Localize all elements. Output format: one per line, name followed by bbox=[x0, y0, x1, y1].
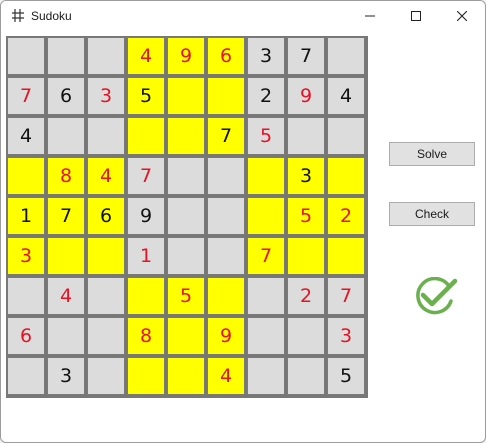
sudoku-cell-r4-c4[interactable]: 7 bbox=[127, 157, 165, 195]
sudoku-cell-r4-c2[interactable]: 8 bbox=[47, 157, 85, 195]
sudoku-cell-r2-c7[interactable]: 2 bbox=[247, 77, 285, 115]
sudoku-cell-r4-c9[interactable] bbox=[327, 157, 365, 195]
sudoku-cell-r6-c5[interactable] bbox=[167, 237, 205, 275]
minimize-button[interactable] bbox=[347, 1, 393, 31]
sudoku-cell-r8-c9[interactable]: 3 bbox=[327, 317, 365, 355]
sudoku-cell-r6-c8[interactable] bbox=[287, 237, 325, 275]
close-icon bbox=[457, 11, 467, 21]
sudoku-cell-r8-c7[interactable] bbox=[247, 317, 285, 355]
sudoku-cell-r2-c1[interactable]: 7 bbox=[7, 77, 45, 115]
sudoku-cell-r9-c7[interactable] bbox=[247, 357, 285, 395]
sudoku-cell-r3-c2[interactable] bbox=[47, 117, 85, 155]
sudoku-cell-r2-c3[interactable]: 3 bbox=[87, 77, 125, 115]
sudoku-cell-r9-c3[interactable] bbox=[87, 357, 125, 395]
sudoku-cell-r7-c5[interactable]: 5 bbox=[167, 277, 205, 315]
sudoku-grid: 496377635294475847317695231745276893345 bbox=[6, 36, 368, 398]
sudoku-cell-r5-c1[interactable]: 1 bbox=[7, 197, 45, 235]
sudoku-cell-r1-c4[interactable]: 4 bbox=[127, 37, 165, 75]
sudoku-cell-r9-c4[interactable] bbox=[127, 357, 165, 395]
sudoku-cell-r2-c2[interactable]: 6 bbox=[47, 77, 85, 115]
sudoku-cell-r7-c7[interactable] bbox=[247, 277, 285, 315]
sudoku-cell-r3-c7[interactable]: 5 bbox=[247, 117, 285, 155]
sudoku-cell-r7-c1[interactable] bbox=[7, 277, 45, 315]
sudoku-cell-r1-c1[interactable] bbox=[7, 37, 45, 75]
sudoku-cell-r3-c5[interactable] bbox=[167, 117, 205, 155]
sudoku-cell-r4-c6[interactable] bbox=[207, 157, 245, 195]
app-window: Sudoku 496377635294475847317695231745276… bbox=[0, 0, 486, 443]
sudoku-cell-r6-c3[interactable] bbox=[87, 237, 125, 275]
sudoku-cell-r4-c7[interactable] bbox=[247, 157, 285, 195]
sudoku-cell-r3-c6[interactable]: 7 bbox=[207, 117, 245, 155]
sudoku-cell-r5-c9[interactable]: 2 bbox=[327, 197, 365, 235]
window-title: Sudoku bbox=[31, 9, 72, 23]
sudoku-cell-r7-c2[interactable]: 4 bbox=[47, 277, 85, 315]
sudoku-cell-r8-c5[interactable] bbox=[167, 317, 205, 355]
close-button[interactable] bbox=[439, 1, 485, 31]
sudoku-cell-r3-c3[interactable] bbox=[87, 117, 125, 155]
sudoku-cell-r4-c1[interactable] bbox=[7, 157, 45, 195]
sudoku-cell-r1-c5[interactable]: 9 bbox=[167, 37, 205, 75]
sudoku-cell-r7-c9[interactable]: 7 bbox=[327, 277, 365, 315]
sudoku-cell-r2-c5[interactable] bbox=[167, 77, 205, 115]
sudoku-cell-r1-c7[interactable]: 3 bbox=[247, 37, 285, 75]
sudoku-cell-r5-c6[interactable] bbox=[207, 197, 245, 235]
sudoku-cell-r6-c9[interactable] bbox=[327, 237, 365, 275]
sudoku-cell-r2-c9[interactable]: 4 bbox=[327, 77, 365, 115]
sudoku-cell-r4-c5[interactable] bbox=[167, 157, 205, 195]
sudoku-cell-r3-c4[interactable] bbox=[127, 117, 165, 155]
sudoku-cell-r6-c7[interactable]: 7 bbox=[247, 237, 285, 275]
sudoku-cell-r5-c4[interactable]: 9 bbox=[127, 197, 165, 235]
sudoku-cell-r5-c7[interactable] bbox=[247, 197, 285, 235]
sudoku-cell-r7-c3[interactable] bbox=[87, 277, 125, 315]
sudoku-cell-r8-c1[interactable]: 6 bbox=[7, 317, 45, 355]
sudoku-cell-r5-c5[interactable] bbox=[167, 197, 205, 235]
sudoku-cell-r3-c8[interactable] bbox=[287, 117, 325, 155]
sudoku-cell-r6-c4[interactable]: 1 bbox=[127, 237, 165, 275]
sudoku-cell-r9-c6[interactable]: 4 bbox=[207, 357, 245, 395]
sudoku-cell-r3-c9[interactable] bbox=[327, 117, 365, 155]
sudoku-cell-r2-c6[interactable] bbox=[207, 77, 245, 115]
maximize-icon bbox=[411, 11, 421, 21]
solve-button[interactable]: Solve bbox=[389, 142, 475, 166]
sudoku-cell-r3-c1[interactable]: 4 bbox=[7, 117, 45, 155]
app-icon bbox=[12, 9, 24, 22]
sudoku-cell-r4-c3[interactable]: 4 bbox=[87, 157, 125, 195]
sudoku-cell-r9-c9[interactable]: 5 bbox=[327, 357, 365, 395]
sudoku-cell-r8-c2[interactable] bbox=[47, 317, 85, 355]
sudoku-cell-r6-c1[interactable]: 3 bbox=[7, 237, 45, 275]
checkmark-circle-icon bbox=[416, 277, 458, 315]
sudoku-cell-r6-c6[interactable] bbox=[207, 237, 245, 275]
sudoku-cell-r1-c8[interactable]: 7 bbox=[287, 37, 325, 75]
sudoku-cell-r6-c2[interactable] bbox=[47, 237, 85, 275]
sudoku-cell-r2-c4[interactable]: 5 bbox=[127, 77, 165, 115]
maximize-button[interactable] bbox=[393, 1, 439, 31]
sudoku-cell-r4-c8[interactable]: 3 bbox=[287, 157, 325, 195]
sudoku-cell-r5-c3[interactable]: 6 bbox=[87, 197, 125, 235]
sudoku-cell-r1-c3[interactable] bbox=[87, 37, 125, 75]
sudoku-cell-r1-c6[interactable]: 6 bbox=[207, 37, 245, 75]
sudoku-cell-r5-c8[interactable]: 5 bbox=[287, 197, 325, 235]
sudoku-cell-r9-c1[interactable] bbox=[7, 357, 45, 395]
sudoku-cell-r8-c6[interactable]: 9 bbox=[207, 317, 245, 355]
sudoku-cell-r9-c5[interactable] bbox=[167, 357, 205, 395]
minimize-icon bbox=[365, 15, 375, 17]
sudoku-cell-r2-c8[interactable]: 9 bbox=[287, 77, 325, 115]
sudoku-cell-r8-c3[interactable] bbox=[87, 317, 125, 355]
sudoku-cell-r1-c2[interactable] bbox=[47, 37, 85, 75]
sudoku-cell-r7-c6[interactable] bbox=[207, 277, 245, 315]
sudoku-cell-r8-c4[interactable]: 8 bbox=[127, 317, 165, 355]
sudoku-cell-r7-c8[interactable]: 2 bbox=[287, 277, 325, 315]
sudoku-cell-r9-c8[interactable] bbox=[287, 357, 325, 395]
title-bar[interactable]: Sudoku bbox=[1, 1, 485, 31]
sudoku-cell-r5-c2[interactable]: 7 bbox=[47, 197, 85, 235]
sudoku-cell-r9-c2[interactable]: 3 bbox=[47, 357, 85, 395]
sudoku-cell-r8-c8[interactable] bbox=[287, 317, 325, 355]
sudoku-cell-r7-c4[interactable] bbox=[127, 277, 165, 315]
sudoku-cell-r1-c9[interactable] bbox=[327, 37, 365, 75]
check-button[interactable]: Check bbox=[389, 202, 475, 226]
